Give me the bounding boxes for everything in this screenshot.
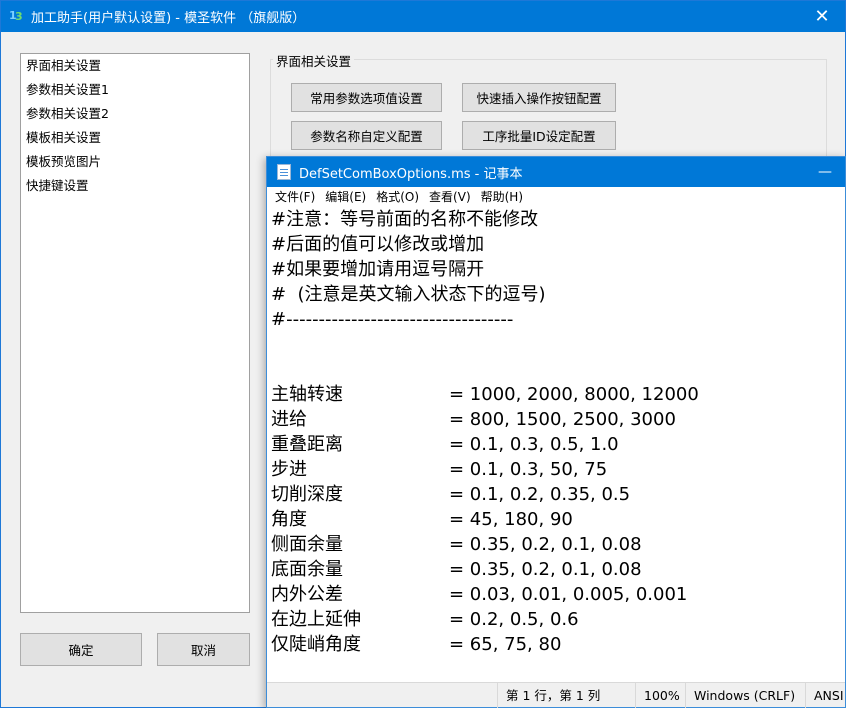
cancel-button[interactable]: 取消: [157, 633, 250, 666]
ui-settings-group: [270, 59, 827, 169]
entry-value: = 0.35, 0.2, 0.1, 0.08: [449, 559, 642, 580]
entry-key: 仅陡峭角度: [271, 634, 361, 652]
batch-id-button[interactable]: 工序批量ID设定配置: [462, 121, 616, 150]
minimize-icon[interactable]: —: [805, 157, 845, 187]
menu-file[interactable]: 文件(F): [267, 187, 320, 207]
quick-insert-button[interactable]: 快速插入操作按钮配置: [462, 83, 616, 112]
nav-item-ui-settings[interactable]: 界面相关设置: [21, 54, 249, 78]
notepad-window: DefSetComBoxOptions.ms - 记事本 — 文件(F) 编辑(…: [266, 156, 846, 708]
ok-button[interactable]: 确定: [20, 633, 142, 666]
text-line: 切削深度 = 0.1, 0.2, 0.35, 0.5: [271, 482, 845, 507]
main-title-bar[interactable]: 1 3 加工助手(用户默认设置) - 模圣软件 （旗舰版） ✕: [1, 1, 845, 32]
status-cursor-position: 第 1 行，第 1 列: [497, 683, 633, 708]
group-title: 界面相关设置: [273, 51, 355, 70]
entry-value: = 800, 1500, 2500, 3000: [449, 409, 676, 430]
nav-item-template-settings[interactable]: 模板相关设置: [21, 126, 249, 150]
close-icon[interactable]: ✕: [799, 1, 845, 32]
comment-line: #注意：等号前面的名称不能修改: [271, 209, 539, 230]
text-line: 步进 = 0.1, 0.3, 50, 75: [271, 457, 845, 482]
menu-help[interactable]: 帮助(H): [476, 187, 528, 207]
text-line: 进给 = 800, 1500, 2500, 3000: [271, 407, 845, 432]
entry-key: 切削深度: [271, 484, 343, 505]
entry-key: 主轴转速: [271, 384, 343, 405]
main-window-title: 加工助手(用户默认设置) - 模圣软件 （旗舰版）: [31, 11, 306, 26]
entry-value: = 0.1, 0.3, 0.5, 1.0: [449, 434, 619, 455]
comment-line: # (注意是英文输入状态下的逗号): [271, 284, 546, 305]
common-params-button[interactable]: 常用参数选项值设置: [291, 83, 442, 112]
notepad-menu-bar: 文件(F) 编辑(E) 格式(O) 查看(V) 帮助(H): [267, 187, 845, 207]
entry-value: = 45, 180, 90: [449, 509, 573, 530]
entry-value: = 0.2, 0.5, 0.6: [449, 609, 579, 630]
text-line: 仅陡峭角度 = 65, 75, 80: [271, 632, 845, 652]
nav-item-shortcut-settings[interactable]: 快捷键设置: [21, 174, 249, 198]
text-line: 在边上延伸 = 0.2, 0.5, 0.6: [271, 607, 845, 632]
text-line: 主轴转速 = 1000, 2000, 8000, 12000: [271, 382, 845, 407]
nav-item-template-preview[interactable]: 模板预览图片: [21, 150, 249, 174]
entry-value: = 0.35, 0.2, 0.1, 0.08: [449, 534, 642, 555]
notepad-icon: [277, 164, 291, 180]
entry-key: 内外公差: [271, 584, 343, 605]
notepad-title: DefSetComBoxOptions.ms - 记事本: [299, 166, 523, 182]
entry-key: 进给: [271, 409, 307, 430]
status-encoding: ANSI: [805, 683, 846, 708]
comment-line: #后面的值可以修改或增加: [271, 234, 485, 255]
comment-line: #-----------------------------------: [271, 309, 514, 330]
status-zoom: 100%: [635, 683, 685, 708]
entry-key: 步进: [271, 459, 307, 480]
entry-value: = 0.1, 0.2, 0.35, 0.5: [449, 484, 631, 505]
notepad-title-bar[interactable]: DefSetComBoxOptions.ms - 记事本 —: [267, 157, 845, 187]
entry-key: 侧面余量: [271, 534, 343, 555]
text-line: 角度 = 45, 180, 90: [271, 507, 845, 532]
entry-key: 重叠距离: [271, 434, 343, 455]
status-bar: 第 1 行，第 1 列 100% Windows (CRLF) ANSI: [267, 682, 846, 708]
status-line-ending: Windows (CRLF): [685, 683, 805, 708]
menu-format[interactable]: 格式(O): [371, 187, 424, 207]
settings-nav-list[interactable]: 界面相关设置 参数相关设置1 参数相关设置2 模板相关设置 模板预览图片 快捷键…: [20, 53, 250, 613]
entry-value: = 0.1, 0.3, 50, 75: [449, 459, 608, 480]
menu-view[interactable]: 查看(V): [424, 187, 476, 207]
menu-edit[interactable]: 编辑(E): [320, 187, 371, 207]
text-line: 内外公差 = 0.03, 0.01, 0.005, 0.001: [271, 582, 845, 607]
text-line: 侧面余量 = 0.35, 0.2, 0.1, 0.08: [271, 532, 845, 557]
entry-value: = 0.03, 0.01, 0.005, 0.001: [449, 584, 688, 605]
notepad-text-area[interactable]: #注意：等号前面的名称不能修改 #后面的值可以修改或增加 #如果要增加请用逗号隔…: [267, 207, 845, 652]
app-logo-icon: 1 3: [9, 8, 23, 23]
entry-key: 在边上延伸: [271, 609, 361, 630]
nav-item-param-settings-1[interactable]: 参数相关设置1: [21, 78, 249, 102]
param-names-button[interactable]: 参数名称自定义配置: [291, 121, 442, 150]
entry-value: = 65, 75, 80: [449, 634, 562, 652]
comment-line: #如果要增加请用逗号隔开: [271, 259, 485, 280]
entry-key: 角度: [271, 509, 307, 530]
text-line: 重叠距离 = 0.1, 0.3, 0.5, 1.0: [271, 432, 845, 457]
nav-item-param-settings-2[interactable]: 参数相关设置2: [21, 102, 249, 126]
text-line: 底面余量 = 0.35, 0.2, 0.1, 0.08: [271, 557, 845, 582]
entry-value: = 1000, 2000, 8000, 12000: [449, 384, 699, 405]
entry-key: 底面余量: [271, 559, 343, 580]
